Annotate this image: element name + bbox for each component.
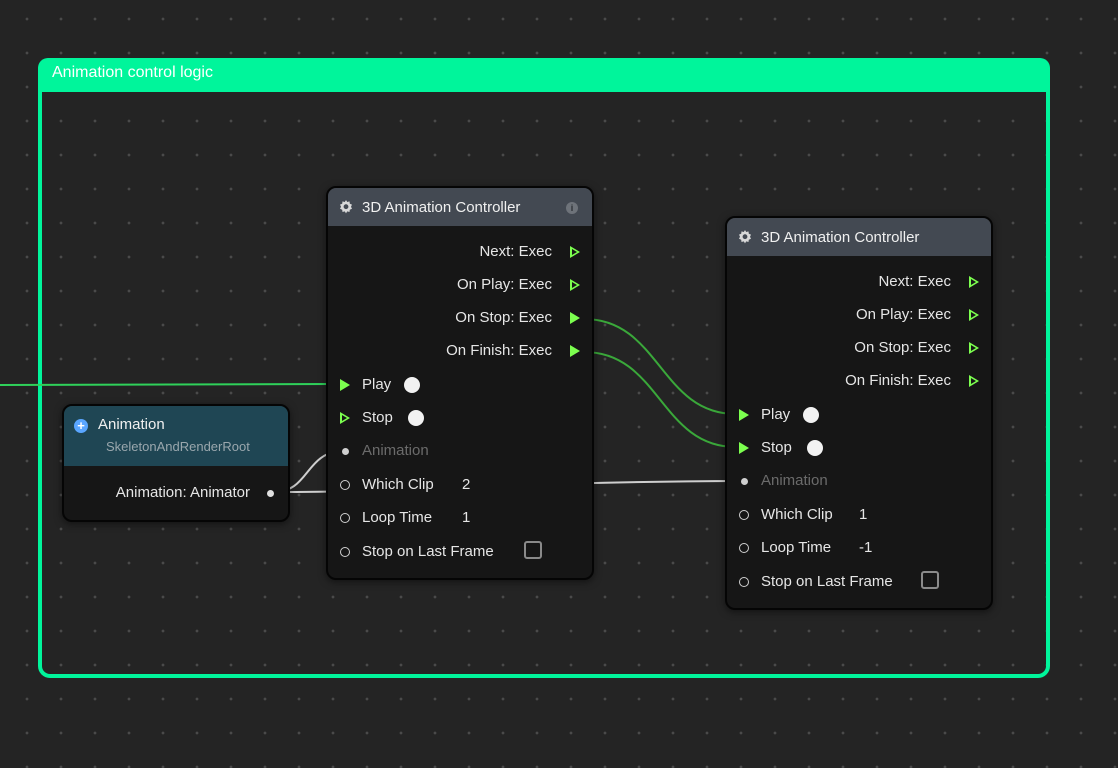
animation-component-node[interactable]: + Animation SkeletonAndRenderRoot Animat… [62,404,290,522]
plus-circle-icon[interactable]: + [74,419,88,433]
controller-a-input-loop-time: Loop Time 1 [328,506,592,530]
value-input-port[interactable] [739,543,749,553]
controller-a-output-onplay: On Play: Exec [328,273,592,297]
loop-time-value[interactable]: -1 [859,536,872,560]
exec-output-port[interactable] [969,375,979,387]
controller-a-output-onfinish: On Finish: Exec [328,339,592,363]
controller-b-output-onfinish: On Finish: Exec [727,369,991,393]
animation-node-title: Animation [98,416,165,433]
input-label: Play [761,406,791,423]
exec-output-port[interactable] [969,309,979,321]
which-clip-value[interactable]: 2 [462,473,470,497]
output-label: On Stop: Exec [854,339,951,356]
which-clip-value[interactable]: 1 [859,503,867,527]
controller-b-output-next: Next: Exec [727,270,991,294]
controller-b-output-onplay: On Play: Exec [727,303,991,327]
value-input-port[interactable] [340,513,350,523]
output-label: On Finish: Exec [845,372,951,389]
controller-a-output-onstop: On Stop: Exec [328,306,592,330]
exec-output-port[interactable] [570,312,580,324]
input-label: Stop [761,439,792,456]
controller-b-input-animation: Animation [727,469,991,493]
controller-b-input-stop-last-frame: Stop on Last Frame [727,570,991,594]
play-trigger-button[interactable] [404,377,420,393]
controller-a-output-next: Next: Exec [328,240,592,264]
animator-output-label: Animation: Animator [115,484,250,501]
play-trigger-button[interactable] [803,407,819,423]
exec-output-port[interactable] [570,345,580,357]
stop-trigger-button[interactable] [408,410,424,426]
controller-b-input-play: Play [727,403,991,427]
animator-output-row: Animation: Animator [64,481,288,505]
stop-last-frame-checkbox[interactable] [524,541,542,559]
input-label: Animation [362,442,429,459]
loop-time-value[interactable]: 1 [462,506,470,530]
exec-input-port[interactable] [739,442,749,454]
controller-a-input-stop: Stop [328,406,592,430]
exec-input-port[interactable] [739,409,749,421]
animator-output-port[interactable] [267,490,274,497]
controller-a-input-stop-last-frame: Stop on Last Frame [328,540,592,564]
input-label: Stop [362,409,393,426]
input-label: Animation [761,472,828,489]
group-title[interactable]: Animation control logic [38,58,1050,92]
output-label: Next: Exec [479,243,552,260]
controller-a-header: 3D Animation Controller i [328,188,592,226]
controller-b-header: 3D Animation Controller [727,218,991,256]
controller-b-output-onstop: On Stop: Exec [727,336,991,360]
exec-output-port[interactable] [969,342,979,354]
output-label: On Finish: Exec [446,342,552,359]
input-label: Stop on Last Frame [362,543,494,560]
controller-a-input-animation: Animation [328,439,592,463]
exec-output-port[interactable] [570,246,580,258]
controller-a-input-play: Play [328,373,592,397]
gear-icon [340,200,352,214]
output-label: On Stop: Exec [455,309,552,326]
exec-output-port[interactable] [570,279,580,291]
controller-b-input-stop: Stop [727,436,991,460]
animation-node-subtitle: SkeletonAndRenderRoot [106,439,250,454]
controller-a-input-which-clip: Which Clip 2 [328,473,592,497]
animation-input-port[interactable] [342,448,349,455]
exec-output-port[interactable] [969,276,979,288]
controller-a-title: 3D Animation Controller [362,198,521,216]
graph-canvas[interactable]: Animation control logic + Animation Skel… [0,0,1118,768]
value-input-port[interactable] [340,547,350,557]
controller-b-input-which-clip: Which Clip 1 [727,503,991,527]
input-label: Stop on Last Frame [761,573,893,590]
output-label: On Play: Exec [855,306,951,323]
info-icon[interactable]: i [566,202,578,214]
gear-icon [739,230,751,244]
animation-node-header: + Animation SkeletonAndRenderRoot [64,406,288,466]
stop-trigger-button[interactable] [807,440,823,456]
input-label: Loop Time [362,509,433,526]
value-input-port[interactable] [340,480,350,490]
value-input-port[interactable] [739,510,749,520]
controller-b-input-loop-time: Loop Time -1 [727,536,991,560]
animation-input-port[interactable] [741,478,748,485]
animation-controller-node-b[interactable]: 3D Animation Controller Next: Exec On Pl… [725,216,993,610]
input-label: Which Clip [362,476,434,493]
input-label: Play [362,376,392,393]
stop-last-frame-checkbox[interactable] [921,571,939,589]
input-label: Which Clip [761,506,833,523]
input-label: Loop Time [761,539,832,556]
animation-controller-node-a[interactable]: 3D Animation Controller i Next: Exec On … [326,186,594,580]
exec-input-port[interactable] [340,379,350,391]
value-input-port[interactable] [739,577,749,587]
output-label: Next: Exec [878,273,951,290]
exec-input-port[interactable] [340,412,350,424]
controller-b-title: 3D Animation Controller [761,228,920,246]
output-label: On Play: Exec [456,276,552,293]
